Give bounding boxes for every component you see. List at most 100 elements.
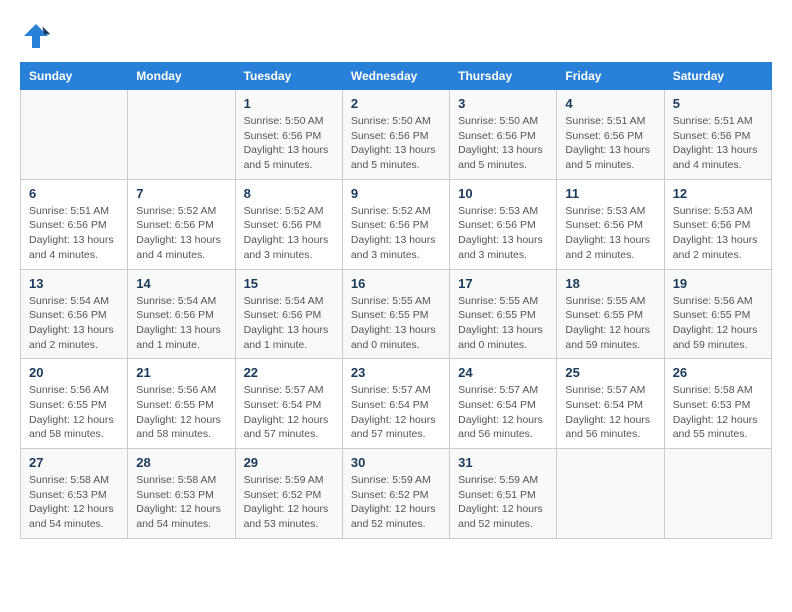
- calendar-cell: 24 Sunrise: 5:57 AM Sunset: 6:54 PM Dayli…: [450, 359, 557, 449]
- calendar-header: SundayMondayTuesdayWednesdayThursdayFrid…: [21, 63, 772, 90]
- day-info: Sunrise: 5:56 AM Sunset: 6:55 PM Dayligh…: [136, 383, 226, 442]
- calendar-week-1: 6 Sunrise: 5:51 AM Sunset: 6:56 PM Daylig…: [21, 179, 772, 269]
- day-info: Sunrise: 5:54 AM Sunset: 6:56 PM Dayligh…: [244, 294, 334, 353]
- day-number: 23: [351, 365, 441, 380]
- calendar-cell: [21, 90, 128, 180]
- calendar-cell: 3 Sunrise: 5:50 AM Sunset: 6:56 PM Daylig…: [450, 90, 557, 180]
- calendar-cell: 31 Sunrise: 5:59 AM Sunset: 6:51 PM Dayli…: [450, 449, 557, 539]
- day-number: 21: [136, 365, 226, 380]
- day-number: 8: [244, 186, 334, 201]
- logo-icon: [20, 20, 52, 52]
- calendar-cell: 6 Sunrise: 5:51 AM Sunset: 6:56 PM Daylig…: [21, 179, 128, 269]
- day-info: Sunrise: 5:55 AM Sunset: 6:55 PM Dayligh…: [565, 294, 655, 353]
- calendar-body: 1 Sunrise: 5:50 AM Sunset: 6:56 PM Daylig…: [21, 90, 772, 539]
- day-info: Sunrise: 5:53 AM Sunset: 6:56 PM Dayligh…: [673, 204, 763, 263]
- calendar-cell: 5Sunrise: 5:51 AM Sunset: 6:56 PM Daylig…: [664, 90, 771, 180]
- day-number: 4: [565, 96, 655, 111]
- calendar-cell: [664, 449, 771, 539]
- day-info: Sunrise: 5:56 AM Sunset: 6:55 PM Dayligh…: [29, 383, 119, 442]
- calendar-cell: 4 Sunrise: 5:51 AM Sunset: 6:56 PM Daylig…: [557, 90, 664, 180]
- header-cell-wednesday: Wednesday: [342, 63, 449, 90]
- day-number: 5: [673, 96, 763, 111]
- header-cell-sunday: Sunday: [21, 63, 128, 90]
- calendar-cell: 7 Sunrise: 5:52 AM Sunset: 6:56 PM Daylig…: [128, 179, 235, 269]
- day-info: Sunrise: 5:59 AM Sunset: 6:51 PM Dayligh…: [458, 473, 548, 532]
- day-info: Sunrise: 5:57 AM Sunset: 6:54 PM Dayligh…: [458, 383, 548, 442]
- day-number: 12: [673, 186, 763, 201]
- day-info: Sunrise: 5:58 AM Sunset: 6:53 PM Dayligh…: [136, 473, 226, 532]
- calendar-cell: 26Sunrise: 5:58 AM Sunset: 6:53 PM Dayli…: [664, 359, 771, 449]
- day-info: Sunrise: 5:50 AM Sunset: 6:56 PM Dayligh…: [458, 114, 548, 173]
- day-info: Sunrise: 5:54 AM Sunset: 6:56 PM Dayligh…: [136, 294, 226, 353]
- day-number: 24: [458, 365, 548, 380]
- day-number: 13: [29, 276, 119, 291]
- day-info: Sunrise: 5:59 AM Sunset: 6:52 PM Dayligh…: [244, 473, 334, 532]
- calendar-cell: 17 Sunrise: 5:55 AM Sunset: 6:55 PM Dayli…: [450, 269, 557, 359]
- header-row: SundayMondayTuesdayWednesdayThursdayFrid…: [21, 63, 772, 90]
- calendar-week-2: 13 Sunrise: 5:54 AM Sunset: 6:56 PM Dayli…: [21, 269, 772, 359]
- calendar-cell: 27 Sunrise: 5:58 AM Sunset: 6:53 PM Dayli…: [21, 449, 128, 539]
- day-number: 25: [565, 365, 655, 380]
- day-number: 30: [351, 455, 441, 470]
- day-info: Sunrise: 5:51 AM Sunset: 6:56 PM Dayligh…: [565, 114, 655, 173]
- day-number: 28: [136, 455, 226, 470]
- calendar-cell: 1Sunrise: 5:50 AM Sunset: 6:56 PM Daylig…: [235, 90, 342, 180]
- calendar-cell: 13 Sunrise: 5:54 AM Sunset: 6:56 PM Dayli…: [21, 269, 128, 359]
- calendar-cell: 18 Sunrise: 5:55 AM Sunset: 6:55 PM Dayli…: [557, 269, 664, 359]
- day-info: Sunrise: 5:58 AM Sunset: 6:53 PM Dayligh…: [29, 473, 119, 532]
- calendar-cell: [128, 90, 235, 180]
- day-info: Sunrise: 5:54 AM Sunset: 6:56 PM Dayligh…: [29, 294, 119, 353]
- header-cell-monday: Monday: [128, 63, 235, 90]
- day-number: 17: [458, 276, 548, 291]
- day-info: Sunrise: 5:55 AM Sunset: 6:55 PM Dayligh…: [458, 294, 548, 353]
- calendar-cell: [557, 449, 664, 539]
- calendar-cell: 25 Sunrise: 5:57 AM Sunset: 6:54 PM Dayli…: [557, 359, 664, 449]
- day-number: 11: [565, 186, 655, 201]
- day-number: 15: [244, 276, 334, 291]
- day-number: 2: [351, 96, 441, 111]
- day-number: 29: [244, 455, 334, 470]
- calendar-cell: 14Sunrise: 5:54 AM Sunset: 6:56 PM Dayli…: [128, 269, 235, 359]
- header-cell-thursday: Thursday: [450, 63, 557, 90]
- day-number: 27: [29, 455, 119, 470]
- day-info: Sunrise: 5:56 AM Sunset: 6:55 PM Dayligh…: [673, 294, 763, 353]
- day-number: 1: [244, 96, 334, 111]
- day-number: 19: [673, 276, 763, 291]
- calendar-cell: 23 Sunrise: 5:57 AM Sunset: 6:54 PM Dayli…: [342, 359, 449, 449]
- calendar-cell: 20 Sunrise: 5:56 AM Sunset: 6:55 PM Dayli…: [21, 359, 128, 449]
- day-info: Sunrise: 5:51 AM Sunset: 6:56 PM Dayligh…: [29, 204, 119, 263]
- header-cell-friday: Friday: [557, 63, 664, 90]
- calendar-cell: 28 Sunrise: 5:58 AM Sunset: 6:53 PM Dayli…: [128, 449, 235, 539]
- day-number: 20: [29, 365, 119, 380]
- calendar-week-0: 1 Sunrise: 5:50 AM Sunset: 6:56 PM Daylig…: [21, 90, 772, 180]
- calendar-cell: 30Sunrise: 5:59 AM Sunset: 6:52 PM Dayli…: [342, 449, 449, 539]
- calendar-cell: 19 Sunrise: 5:56 AM Sunset: 6:55 PM Dayli…: [664, 269, 771, 359]
- day-number: 9: [351, 186, 441, 201]
- calendar-cell: 10 Sunrise: 5:53 AM Sunset: 6:56 PM Dayli…: [450, 179, 557, 269]
- day-info: Sunrise: 5:52 AM Sunset: 6:56 PM Dayligh…: [351, 204, 441, 263]
- calendar-cell: 16 Sunrise: 5:55 AM Sunset: 6:55 PM Dayli…: [342, 269, 449, 359]
- day-info: Sunrise: 5:58 AM Sunset: 6:53 PM Dayligh…: [673, 383, 763, 442]
- day-number: 18: [565, 276, 655, 291]
- calendar-cell: 11 Sunrise: 5:53 AM Sunset: 6:56 PM Dayli…: [557, 179, 664, 269]
- day-number: 10: [458, 186, 548, 201]
- day-number: 6: [29, 186, 119, 201]
- day-info: Sunrise: 5:53 AM Sunset: 6:56 PM Dayligh…: [565, 204, 655, 263]
- day-info: Sunrise: 5:52 AM Sunset: 6:56 PM Dayligh…: [136, 204, 226, 263]
- day-info: Sunrise: 5:53 AM Sunset: 6:56 PM Dayligh…: [458, 204, 548, 263]
- day-number: 3: [458, 96, 548, 111]
- day-number: 31: [458, 455, 548, 470]
- day-info: Sunrise: 5:57 AM Sunset: 6:54 PM Dayligh…: [351, 383, 441, 442]
- day-number: 7: [136, 186, 226, 201]
- day-info: Sunrise: 5:50 AM Sunset: 6:56 PM Dayligh…: [351, 114, 441, 173]
- calendar-cell: 21 Sunrise: 5:56 AM Sunset: 6:55 PM Dayli…: [128, 359, 235, 449]
- page-header: [20, 20, 772, 52]
- header-cell-saturday: Saturday: [664, 63, 771, 90]
- day-number: 16: [351, 276, 441, 291]
- header-cell-tuesday: Tuesday: [235, 63, 342, 90]
- calendar-cell: 8Sunrise: 5:52 AM Sunset: 6:56 PM Daylig…: [235, 179, 342, 269]
- calendar-week-4: 27 Sunrise: 5:58 AM Sunset: 6:53 PM Dayli…: [21, 449, 772, 539]
- day-info: Sunrise: 5:55 AM Sunset: 6:55 PM Dayligh…: [351, 294, 441, 353]
- logo: [20, 20, 56, 52]
- day-info: Sunrise: 5:57 AM Sunset: 6:54 PM Dayligh…: [565, 383, 655, 442]
